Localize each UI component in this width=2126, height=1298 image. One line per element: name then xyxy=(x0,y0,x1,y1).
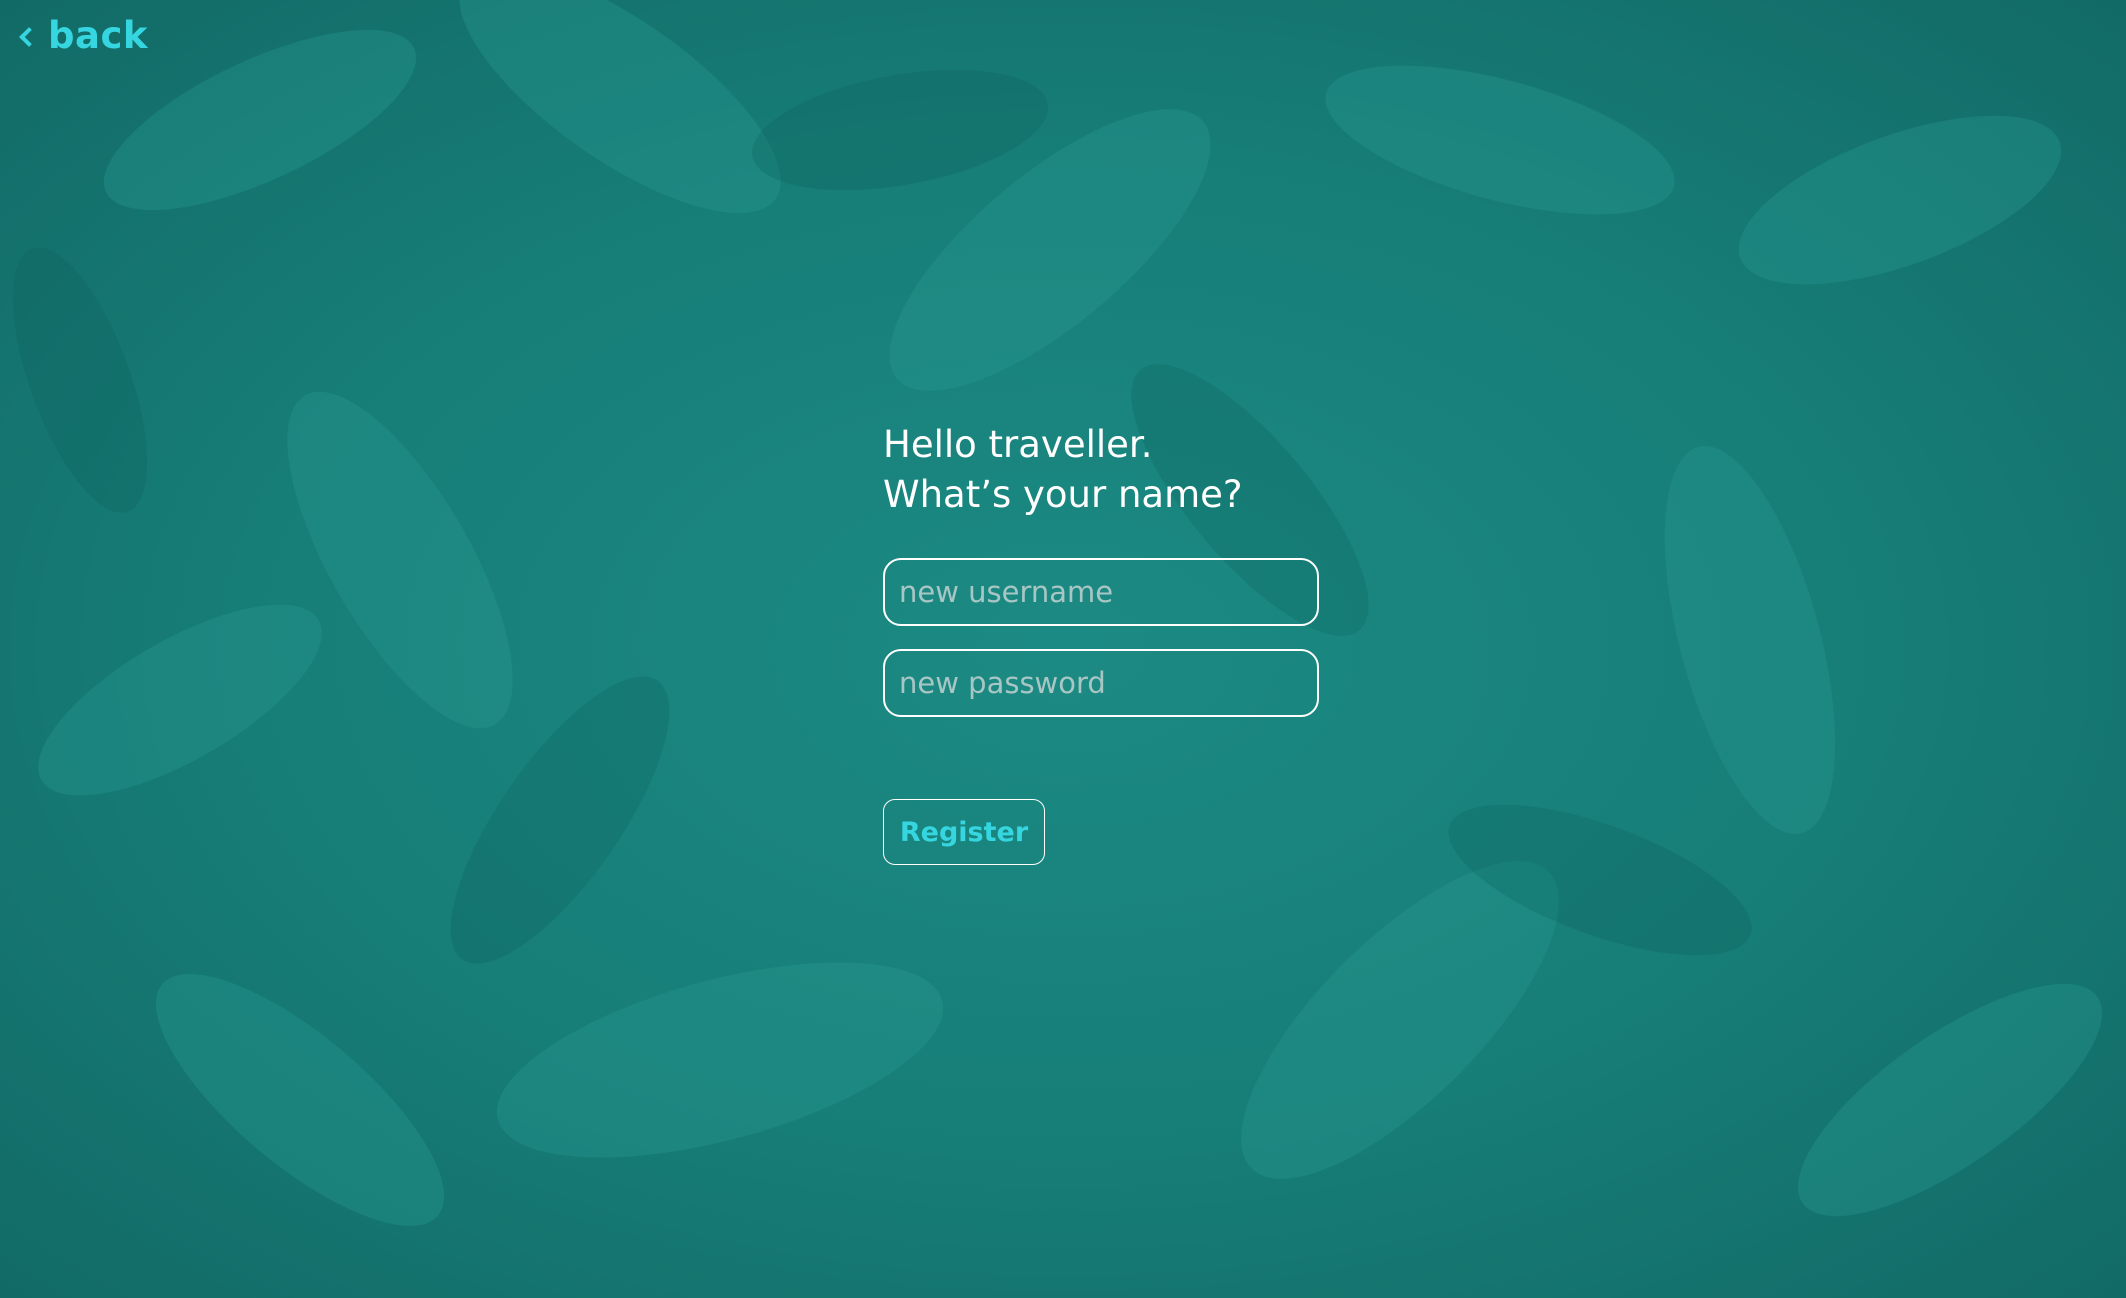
password-input[interactable] xyxy=(883,649,1319,717)
back-link[interactable]: back xyxy=(19,14,148,57)
register-form: Hello traveller. What’s your name? Regis… xyxy=(883,420,1323,865)
back-label: back xyxy=(48,14,148,57)
chevron-left-icon xyxy=(19,26,39,47)
greeting-line-1: Hello traveller. xyxy=(883,423,1153,466)
register-button[interactable]: Register xyxy=(883,799,1045,865)
greeting-line-2: What’s your name? xyxy=(883,473,1243,516)
username-input[interactable] xyxy=(883,558,1319,626)
greeting-heading: Hello traveller. What’s your name? xyxy=(883,420,1323,520)
